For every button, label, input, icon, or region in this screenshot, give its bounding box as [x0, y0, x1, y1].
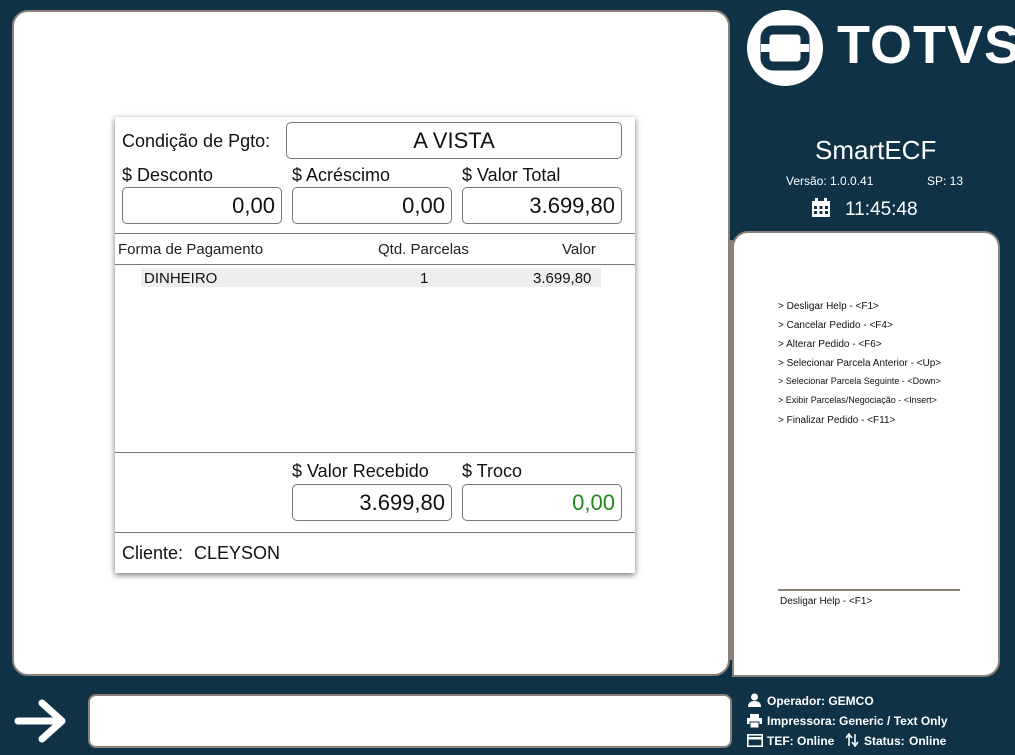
- totvs-logo: TOTVS: [745, 8, 1015, 93]
- arrow-right-icon[interactable]: [14, 698, 68, 744]
- help-item: > Exibir Parcelas/Negociação - <Insert>: [778, 395, 937, 405]
- header-qtd: Qtd. Parcelas: [378, 241, 469, 258]
- condition-label: Condição de Pgto:: [122, 131, 271, 151]
- help-item: > Selecionar Parcela Anterior - <Up>: [778, 358, 942, 369]
- row-valor: 3.699,80: [533, 270, 592, 287]
- user-icon: [748, 693, 761, 707]
- help-panel: > Desligar Help - <F1> > Cancelar Pedido…: [732, 231, 1000, 677]
- acrescimo-field[interactable]: 0,00: [292, 187, 452, 224]
- desconto-label: $ Desconto: [122, 165, 214, 185]
- header-valor: Valor: [562, 241, 596, 258]
- status-value: Online: [909, 734, 947, 748]
- cliente-label: Cliente:: [122, 543, 184, 563]
- help-item: > Finalizar Pedido - <F11>: [778, 415, 896, 426]
- transfer-icon: [845, 733, 859, 747]
- printer-icon: [747, 714, 762, 728]
- troco-value: 0,00: [572, 490, 615, 515]
- header-forma: Forma de Pagamento: [118, 241, 264, 258]
- cliente-value: CLEYSON: [194, 543, 281, 563]
- help-item: > Desligar Help - <F1>: [778, 301, 879, 312]
- recebido-field[interactable]: 3.699,80: [292, 484, 452, 521]
- divider: [115, 532, 635, 533]
- help-footer: Desligar Help - <F1>: [780, 596, 873, 607]
- row-forma: DINHEIRO: [144, 270, 218, 287]
- condition-value: A VISTA: [413, 128, 495, 153]
- troco-label: $ Troco: [462, 461, 523, 481]
- status-label: Status:: [864, 734, 905, 748]
- command-input[interactable]: [88, 694, 732, 748]
- clock: 11:45:48: [845, 199, 918, 220]
- app-name: SmartECF: [815, 135, 937, 165]
- help-item: > Selecionar Parcela Seguinte - <Down>: [778, 376, 941, 386]
- condition-field[interactable]: A VISTA: [286, 122, 622, 159]
- divider: [115, 452, 635, 453]
- calendar-icon: [812, 198, 830, 217]
- total-label: $ Valor Total: [462, 165, 561, 185]
- tef-status: TEF: Online: [767, 734, 835, 748]
- recebido-label: $ Valor Recebido: [292, 461, 429, 481]
- help-footer-divider: [778, 589, 960, 591]
- desconto-field[interactable]: 0,00: [122, 187, 282, 224]
- sp-label: SP: 13: [927, 174, 964, 188]
- troco-field[interactable]: 0,00: [462, 484, 622, 521]
- impressora-status: Impressora: Generic / Text Only: [767, 714, 948, 728]
- row-qtd: 1: [420, 270, 429, 287]
- card-icon: [747, 734, 763, 747]
- total-value: 3.699,80: [529, 193, 615, 218]
- help-item: > Cancelar Pedido - <F4>: [778, 320, 893, 331]
- help-left-border: [730, 240, 733, 660]
- total-field[interactable]: 3.699,80: [462, 187, 622, 224]
- acrescimo-label: $ Acréscimo: [292, 165, 391, 185]
- divider: [115, 264, 635, 265]
- desconto-value: 0,00: [232, 193, 275, 218]
- divider: [115, 233, 635, 234]
- version-label: Versão: 1.0.0.41: [786, 174, 874, 188]
- payment-card: Condição de Pgto: A VISTA $ Desconto $ A…: [115, 117, 635, 573]
- brand-name: TOTVS: [837, 15, 1015, 75]
- help-item: > Alterar Pedido - <F6>: [778, 339, 882, 350]
- recebido-value: 3.699,80: [359, 490, 445, 515]
- acrescimo-value: 0,00: [402, 193, 445, 218]
- operador-status: Operador: GEMCO: [767, 694, 874, 708]
